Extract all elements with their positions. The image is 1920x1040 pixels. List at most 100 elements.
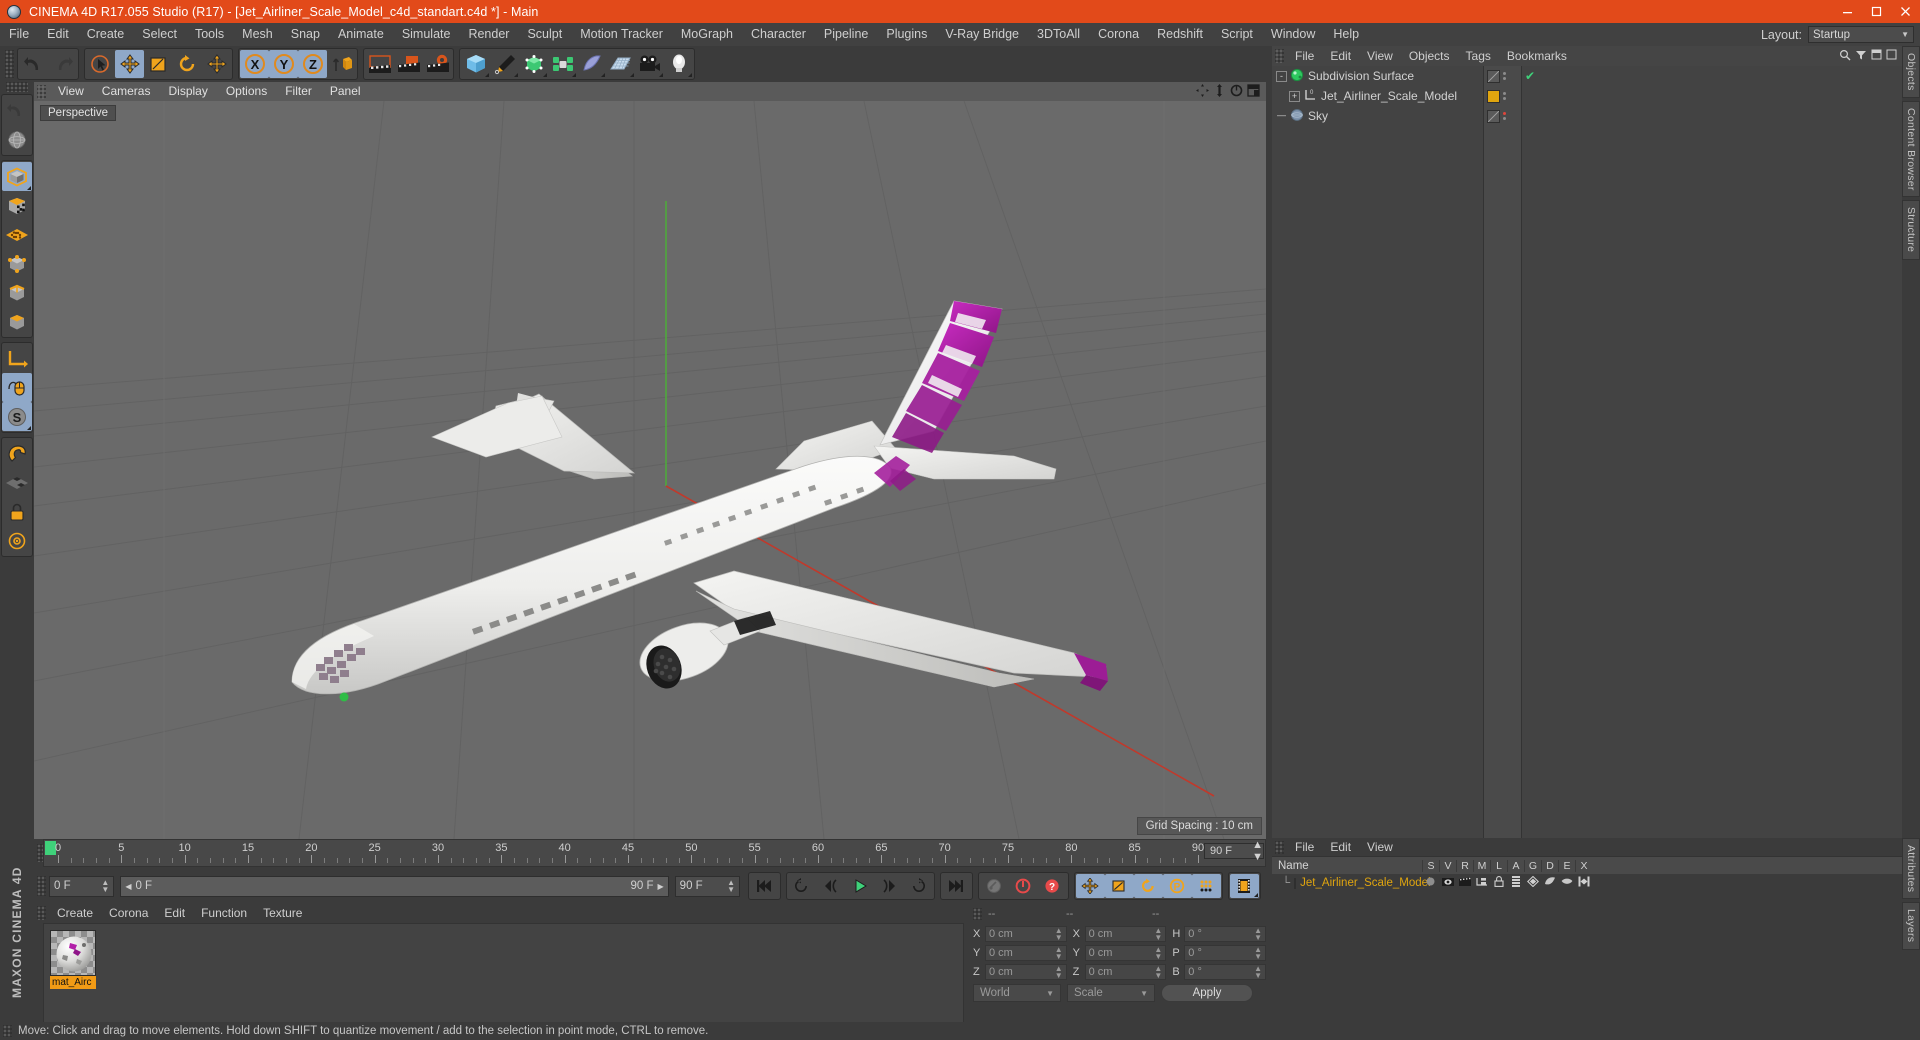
menu-window[interactable]: Window [1262, 23, 1324, 46]
uv-mode-button[interactable] [2, 220, 32, 249]
menu-redshift[interactable]: Redshift [1148, 23, 1212, 46]
material-menu-function[interactable]: Function [193, 903, 255, 923]
maximize-button[interactable] [1862, 0, 1891, 23]
viewport-menu-view[interactable]: View [49, 82, 93, 101]
enable-dots-icon[interactable] [1503, 112, 1506, 120]
spinner-icon[interactable]: ▲ ▼ [1254, 926, 1262, 941]
lock-z-axis[interactable]: Z [298, 50, 327, 78]
layer-lock-icon[interactable] [1490, 876, 1507, 890]
menu-3dtoall[interactable]: 3DToAll [1028, 23, 1089, 46]
next-frame-button[interactable] [875, 874, 904, 898]
mograph-button[interactable] [548, 50, 577, 78]
layer-expression-icon[interactable] [1558, 877, 1575, 890]
viewport-menu-panel[interactable]: Panel [321, 82, 370, 101]
rotation-b-field[interactable]: 0 ° ▲ ▼ [1184, 963, 1267, 980]
timeline-end-field[interactable]: 90 F ▲ ▼ [1204, 839, 1264, 863]
go-to-start-button[interactable] [750, 874, 779, 898]
maximize-panel-icon[interactable] [1886, 49, 1897, 63]
rotate-view-icon[interactable] [1230, 84, 1243, 100]
parameter-key-button[interactable]: P [1162, 874, 1192, 898]
position-z-field[interactable]: 0 cm ▲ ▼ [984, 963, 1067, 980]
layer-xpresso-icon[interactable] [1575, 876, 1592, 890]
edge-tab-attributes[interactable]: Attributes [1902, 838, 1920, 900]
pan-view-icon[interactable] [1196, 83, 1209, 100]
viewport-3d-canvas[interactable]: Perspective Grid Spacing: 10 cm [34, 101, 1266, 839]
transport-grip[interactable] [37, 876, 46, 896]
dynamic-place-tool[interactable] [202, 50, 231, 78]
keyframe-selection-button[interactable]: ? [1038, 874, 1067, 898]
menu-edit[interactable]: Edit [38, 23, 78, 46]
layer-deformer-icon[interactable] [1541, 876, 1558, 890]
menu-file[interactable]: File [0, 23, 38, 46]
layer-column-x[interactable]: X [1575, 859, 1592, 872]
layer-column-g[interactable]: G [1524, 859, 1541, 872]
lock-x-axis[interactable]: X [240, 50, 269, 78]
menu-vray-bridge[interactable]: V-Ray Bridge [936, 23, 1028, 46]
texture-mode-button[interactable] [2, 191, 32, 220]
generators-button[interactable] [519, 50, 548, 78]
menu-mesh[interactable]: Mesh [233, 23, 282, 46]
undo-view-button[interactable] [2, 96, 32, 125]
spinner-icon[interactable]: ▲ ▼ [1254, 964, 1262, 979]
lock-workplane-button[interactable] [2, 497, 32, 526]
spinner-icon[interactable]: ▲ ▼ [1055, 926, 1063, 941]
size-z-field[interactable]: 0 cm ▲ ▼ [1084, 963, 1167, 980]
zoom-view-icon[interactable] [1213, 83, 1226, 100]
menu-pipeline[interactable]: Pipeline [815, 23, 877, 46]
material-item[interactable]: mat_Airc [50, 930, 96, 989]
object-row-jet-airliner-scale-model[interactable]: + 0 Jet_Airliner_Scale_Model [1272, 86, 1483, 106]
redo-button[interactable] [48, 50, 77, 78]
viewport-menu-cameras[interactable]: Cameras [93, 82, 160, 101]
menu-select[interactable]: Select [133, 23, 186, 46]
material-menu-edit[interactable]: Edit [156, 903, 193, 923]
rotate-tool[interactable] [173, 50, 202, 78]
menu-mograph[interactable]: MoGraph [672, 23, 742, 46]
edge-tab-structure[interactable]: Structure [1902, 200, 1920, 260]
minimize-panel-icon[interactable] [1871, 49, 1882, 63]
polygons-mode-button[interactable] [2, 307, 32, 336]
menu-simulate[interactable]: Simulate [393, 23, 460, 46]
deformer-button[interactable] [577, 50, 606, 78]
camera-button[interactable] [635, 50, 664, 78]
search-icon[interactable] [1839, 49, 1851, 64]
go-to-end-button[interactable] [942, 874, 971, 898]
edge-tab-layers[interactable]: Layers [1902, 902, 1920, 950]
spinner-icon[interactable]: ▲ ▼ [1154, 926, 1162, 941]
edges-mode-button[interactable] [2, 278, 32, 307]
layer-column-s[interactable]: S [1422, 859, 1439, 872]
play-button[interactable] [846, 874, 875, 898]
layer-column-r[interactable]: R [1456, 859, 1473, 872]
spinner-icon[interactable]: ▲ ▼ [1154, 945, 1162, 960]
left-toolbar-grip[interactable] [6, 82, 28, 92]
object-menu-bookmarks[interactable]: Bookmarks [1499, 46, 1575, 66]
layer-column-v[interactable]: V [1439, 859, 1456, 872]
material-menu-corona[interactable]: Corona [101, 903, 156, 923]
size-y-field[interactable]: 0 cm ▲ ▼ [1084, 944, 1167, 961]
world-axis-button[interactable]: S [2, 402, 32, 431]
layer-solo-icon[interactable] [1422, 876, 1439, 890]
workplane-options-button[interactable] [2, 526, 32, 555]
layer-column-d[interactable]: D [1541, 859, 1558, 872]
visibility-swatch[interactable] [1487, 69, 1500, 83]
scene-environment-button[interactable] [606, 50, 635, 78]
coordinates-grip[interactable] [973, 908, 982, 920]
viewport-menu-grip[interactable] [37, 84, 46, 99]
menu-corona[interactable]: Corona [1089, 23, 1148, 46]
position-x-field[interactable]: 0 cm ▲ ▼ [984, 925, 1067, 942]
layer-menu-edit[interactable]: Edit [1322, 838, 1359, 856]
object-menu-file[interactable]: File [1287, 46, 1322, 66]
enable-snapping-button[interactable] [2, 373, 32, 402]
workplane-button[interactable] [2, 468, 32, 497]
light-button[interactable] [664, 50, 693, 78]
object-menu-objects[interactable]: Objects [1401, 46, 1458, 66]
menu-create[interactable]: Create [78, 23, 134, 46]
range-right-arrow-icon[interactable]: ▶ [658, 882, 664, 891]
minimize-button[interactable] [1833, 0, 1862, 23]
time-range-bar[interactable]: ◀ 0 F 90 F ▶ [120, 875, 669, 897]
rotation-key-button[interactable] [1133, 874, 1163, 898]
current-frame-field[interactable]: 0 F ▲ ▼ [49, 875, 115, 897]
material-manager-grip[interactable] [37, 906, 46, 920]
autokeying-button[interactable] [1009, 874, 1038, 898]
undo-button[interactable] [19, 50, 48, 78]
move-tool[interactable] [115, 50, 144, 78]
